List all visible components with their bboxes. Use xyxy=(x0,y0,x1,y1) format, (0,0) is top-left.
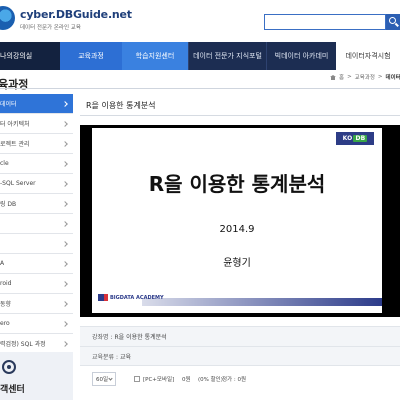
sidebar-item[interactable]: 력검정) SQL 과정 xyxy=(0,334,73,354)
price: 0원 xyxy=(182,377,191,383)
period-select[interactable]: 60일 xyxy=(92,372,116,386)
chevron-down-icon xyxy=(108,376,113,381)
kodb-logo: KO DB xyxy=(336,132,374,145)
home-icon[interactable] xyxy=(330,74,336,80)
sidebar-item[interactable]: 터 아키텍처 xyxy=(0,114,73,134)
nav-bigdata-academy[interactable]: 빅데이터 아카데미 xyxy=(266,42,336,70)
customer-center-label: 객센터 xyxy=(0,385,25,395)
main-nav: 나의강의실 교육과정 학습지원센터 데이터 전문가 지식포털 빅데이터 아카데미… xyxy=(0,42,400,70)
headset-icon xyxy=(2,360,16,374)
nav-my-classroom[interactable]: 나의강의실 xyxy=(0,42,60,70)
sidebar-item[interactable]: A xyxy=(0,254,73,274)
nav-courses[interactable]: 교육과정 xyxy=(60,42,122,70)
video-player[interactable]: KO DB R을 이용한 통계분석 2014.9 윤형기 BIGDATA ACAD… xyxy=(80,125,400,317)
sidebar-item[interactable]: 동향 xyxy=(0,294,73,314)
chevron-right-icon xyxy=(62,160,68,167)
nav-certification[interactable]: 데이터자격시험 xyxy=(336,42,400,70)
option-checkbox[interactable] xyxy=(134,376,140,382)
chevron-right-icon xyxy=(62,100,68,107)
course-name-row: 강좌명 : R을 이용한 통계분석 xyxy=(80,326,400,346)
page-title: 육과정 xyxy=(0,78,29,91)
bigdata-academy-logo: BIGDATA ACADEMY xyxy=(98,294,164,301)
breadcrumb-courses[interactable]: 교육과정 xyxy=(355,73,375,81)
chevron-right-icon xyxy=(62,280,68,287)
site-tagline: 데이터 전문가 온라인 교육 xyxy=(20,25,81,31)
chevron-right-icon xyxy=(62,220,68,227)
sidebar-item-data[interactable]: 데이터 xyxy=(0,94,73,114)
nav-knowledge-portal[interactable]: 데이터 전문가 지식포털 xyxy=(188,42,266,70)
purchase-options: 60일 [PC+모바일] 0원 (0% 할인) 정가 : 0원 xyxy=(80,368,400,390)
site-name[interactable]: cyber.DBGuide.net xyxy=(20,8,132,21)
chevron-right-icon xyxy=(62,340,68,347)
slide-title: R을 이용한 통계분석 xyxy=(148,172,326,196)
chevron-right-icon xyxy=(62,260,68,267)
slide-date: 2014.9 xyxy=(219,224,255,235)
course-name-value: R을 이용한 통계분석 xyxy=(114,334,167,341)
chevron-right-icon xyxy=(62,140,68,147)
sidebar-item[interactable]: roid xyxy=(0,274,73,294)
ba-logo-icon xyxy=(98,294,108,301)
sidebar-item[interactable]: -SQL Server xyxy=(0,174,73,194)
chevron-right-icon xyxy=(62,200,68,207)
chevron-right-icon xyxy=(62,240,68,247)
chevron-right-icon xyxy=(62,300,68,307)
nav-learning-support[interactable]: 학습지원센터 xyxy=(122,42,188,70)
breadcrumb-home[interactable]: 홈 xyxy=(339,73,344,81)
sidebar-item[interactable]: ero xyxy=(0,314,73,334)
category-value: 교육 xyxy=(120,353,132,361)
course-title: R을 이용한 통계분석 xyxy=(86,101,156,110)
divider xyxy=(80,115,400,116)
divider xyxy=(0,88,400,89)
sidebar-item[interactable]: 로젝트 관리 xyxy=(0,134,73,154)
sidebar-item[interactable] xyxy=(0,214,73,234)
option-label: [PC+모바일] xyxy=(143,377,175,383)
chevron-right-icon xyxy=(62,320,68,327)
chevron-right-icon xyxy=(62,180,68,187)
site-header: cyber.DBGuide.net 데이터 전문가 온라인 교육 xyxy=(0,0,400,42)
breadcrumb: 홈 > 교육과정 > 데이터 분석 xyxy=(330,73,400,81)
slide-author: 윤형기 xyxy=(223,258,251,269)
customer-center[interactable]: 객센터 xyxy=(0,352,73,400)
search-input[interactable] xyxy=(264,14,386,30)
lecture-slide: KO DB R을 이용한 통계분석 2014.9 윤형기 BIGDATA ACAD… xyxy=(92,128,382,313)
search-button[interactable] xyxy=(386,14,400,30)
discount: (0% 할인) xyxy=(198,377,223,383)
sidebar-item[interactable]: 링 DB xyxy=(0,194,73,214)
total-price: 정가 : 0원 xyxy=(222,377,247,383)
category-row: 교육분류 : 교육 xyxy=(80,346,400,366)
breadcrumb-current: 데이터 분석 xyxy=(385,75,400,81)
sidebar-item[interactable]: cle xyxy=(0,154,73,174)
logo-icon[interactable] xyxy=(0,6,15,30)
chevron-right-icon xyxy=(62,120,68,127)
sidebar-item[interactable] xyxy=(0,234,73,254)
